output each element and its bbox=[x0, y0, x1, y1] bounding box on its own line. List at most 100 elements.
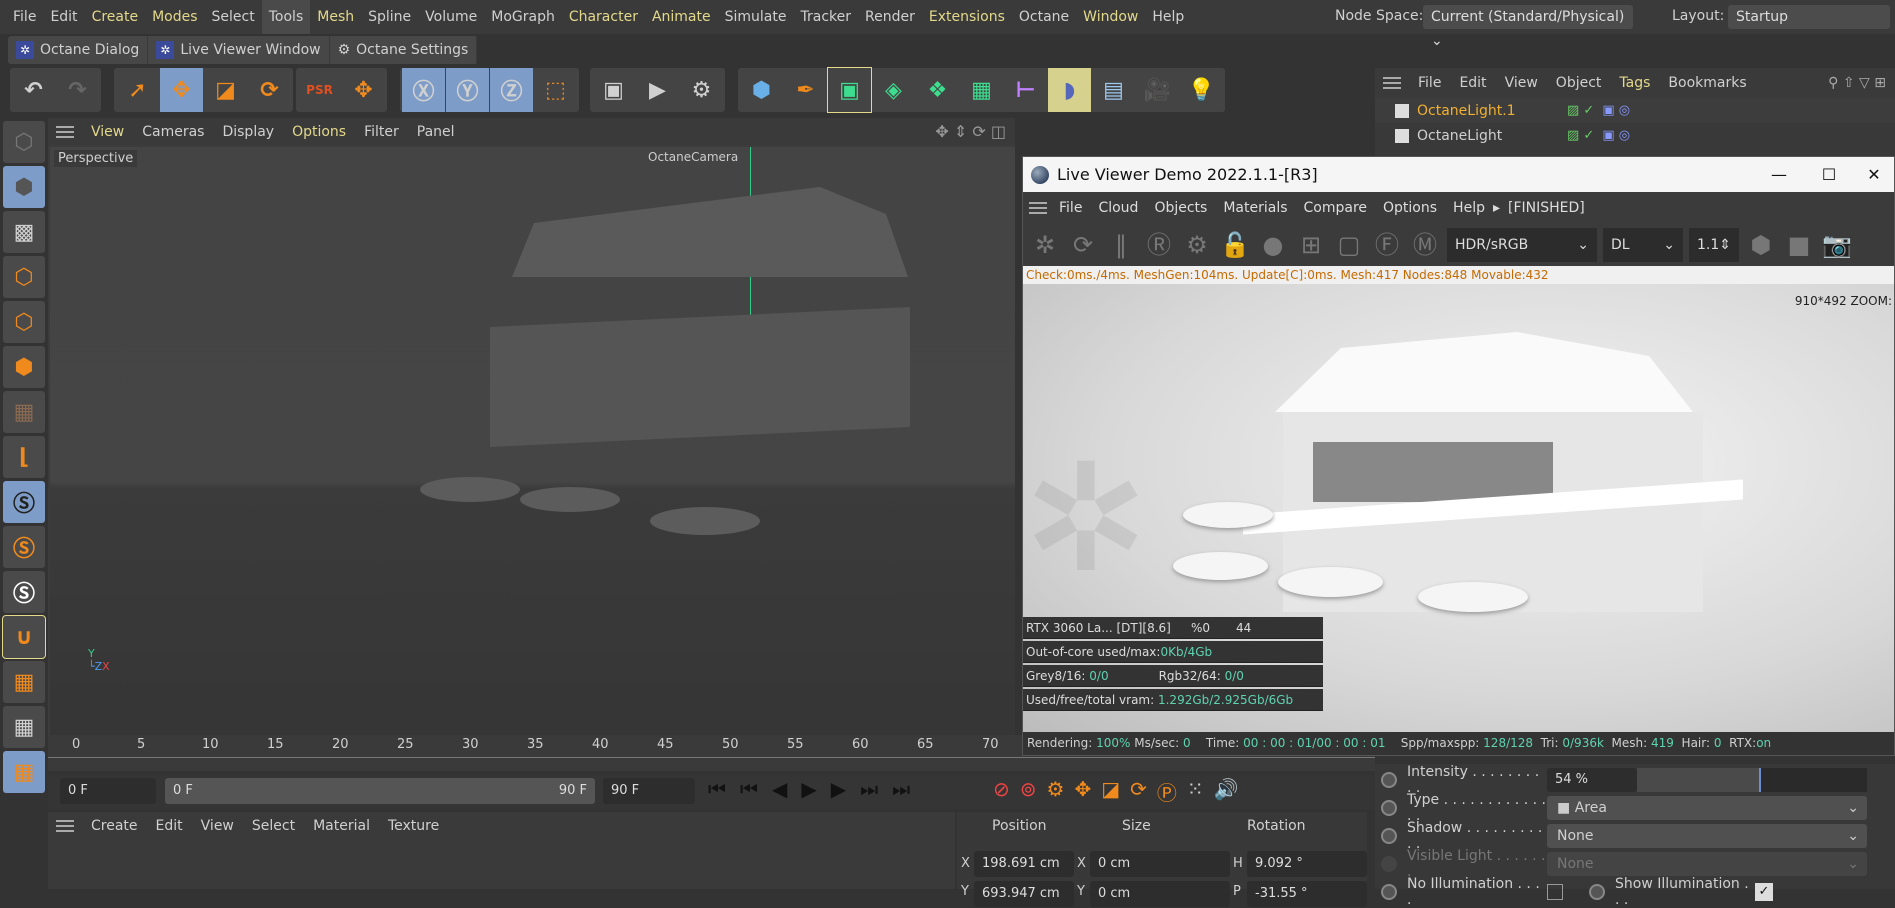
select-tool-icon[interactable]: ➚ bbox=[116, 68, 159, 112]
gamma-field[interactable]: 1.1 ⇕ bbox=[1689, 227, 1739, 262]
lv-menu-compare[interactable]: Compare bbox=[1296, 200, 1376, 216]
menu-create[interactable]: Create bbox=[85, 0, 146, 34]
lv-menu-materials[interactable]: Materials bbox=[1215, 200, 1295, 216]
om-menu-edit[interactable]: Edit bbox=[1450, 75, 1495, 91]
model-mode-icon[interactable]: ⬢ bbox=[3, 166, 45, 208]
previous-key-icon[interactable]: ⏮ bbox=[740, 777, 758, 801]
solo-single-icon[interactable]: Ⓢ bbox=[3, 526, 45, 568]
hamburger-icon[interactable] bbox=[56, 819, 74, 832]
snapshot-camera-icon[interactable]: 📷 bbox=[1821, 229, 1853, 261]
menu-modes[interactable]: Modes bbox=[145, 0, 204, 34]
frame-range-slider[interactable]: 0 F 90 F bbox=[165, 778, 595, 804]
camera-icon[interactable]: 🎥 bbox=[1136, 68, 1179, 112]
axis-mode-icon[interactable]: ⌊ bbox=[3, 436, 45, 478]
pause-icon[interactable]: ‖ bbox=[1105, 229, 1137, 261]
lv-menu-options[interactable]: Options bbox=[1375, 200, 1445, 216]
points-mode-icon[interactable]: ⬡ bbox=[3, 256, 45, 298]
end-frame-field[interactable]: 90 F bbox=[603, 778, 695, 804]
node-space-select[interactable]: Current (Standard/Physical) ⌄ bbox=[1423, 5, 1633, 49]
om-menu-file[interactable]: File bbox=[1409, 75, 1450, 91]
tonemap-select[interactable]: HDR/sRGB ⌄ bbox=[1447, 227, 1597, 262]
viewport-nav-icons[interactable]: ✥ ⇕ ⟳ ◫ bbox=[926, 122, 1015, 141]
render-view-icon[interactable]: ▣ bbox=[592, 68, 635, 112]
viewport-menu-view[interactable]: View bbox=[82, 124, 133, 140]
live-viewer-window-button[interactable]: ✲ Live Viewer Window bbox=[148, 36, 330, 64]
render-settings-icon[interactable]: ⚙ bbox=[680, 68, 723, 112]
menu-file[interactable]: File bbox=[6, 0, 43, 34]
move-tool-icon[interactable]: ✥ bbox=[160, 68, 203, 112]
edges-mode-icon[interactable]: ⬡ bbox=[3, 301, 45, 343]
viewport-menu-display[interactable]: Display bbox=[213, 124, 283, 140]
shadow-select[interactable]: None ⌄ bbox=[1547, 823, 1867, 848]
pen-icon[interactable]: ✒ bbox=[784, 68, 827, 112]
record-key-icon[interactable]: ⊘ bbox=[993, 777, 1010, 806]
solo-off-icon[interactable]: Ⓢ bbox=[3, 481, 45, 523]
viewport-canvas[interactable]: Perspective OctaneCamera Y └ZX bbox=[50, 147, 1015, 756]
viewport-menu-options[interactable]: Options bbox=[283, 124, 355, 140]
field-icon[interactable]: ◗ bbox=[1048, 68, 1091, 112]
mat-menu-create[interactable]: Create bbox=[82, 818, 147, 834]
object-row[interactable]: OctaneLight ▨ ✓ ▣ ◎ bbox=[1375, 123, 1895, 148]
menu-volume[interactable]: Volume bbox=[418, 0, 484, 34]
z-axis-icon[interactable]: Ⓩ bbox=[490, 68, 533, 112]
keyframe-selection-icon[interactable]: ⚙ bbox=[1047, 777, 1065, 806]
menu-tracker[interactable]: Tracker bbox=[793, 0, 858, 34]
polygons-mode-icon[interactable]: ⬢ bbox=[3, 346, 45, 388]
size-y-field[interactable]: 0 cm bbox=[1090, 881, 1230, 907]
menu-edit[interactable]: Edit bbox=[43, 0, 84, 34]
menu-mograph[interactable]: MoGraph bbox=[484, 0, 562, 34]
rotate-tool-icon[interactable]: ⟳ bbox=[248, 68, 291, 112]
om-search-icons[interactable]: ⚲ ⇧ ▽ ⊞ bbox=[1819, 75, 1895, 91]
light-icon[interactable]: 💡 bbox=[1180, 68, 1223, 112]
viewport-menu-filter[interactable]: Filter bbox=[355, 124, 408, 140]
hamburger-icon[interactable] bbox=[1029, 201, 1047, 214]
material-ball-icon[interactable]: ● bbox=[1257, 229, 1289, 261]
om-menu-tags[interactable]: Tags bbox=[1610, 75, 1659, 91]
snap-magnet-icon[interactable]: ∪ bbox=[2, 615, 46, 659]
sound-icon[interactable]: 🔊 bbox=[1214, 777, 1239, 806]
scale-tool-icon[interactable]: ◪ bbox=[204, 68, 247, 112]
deformer-icon[interactable]: ⊢ bbox=[1004, 68, 1047, 112]
object-row[interactable]: OctaneLight.1 ▨ ✓ ▣ ◎ bbox=[1375, 98, 1895, 123]
lv-menu-cloud[interactable]: Cloud bbox=[1090, 200, 1146, 216]
psr-reset-icon[interactable]: PSR bbox=[298, 68, 341, 112]
menu-render[interactable]: Render bbox=[858, 0, 922, 34]
key-position-icon[interactable]: ✥ bbox=[1074, 777, 1091, 806]
uv-mode-icon[interactable]: ▦ bbox=[3, 391, 45, 433]
menu-spline[interactable]: Spline bbox=[361, 0, 418, 34]
lv-menu-help[interactable]: Help bbox=[1445, 200, 1493, 216]
mat-menu-view[interactable]: View bbox=[192, 818, 243, 834]
om-menu-view[interactable]: View bbox=[1496, 75, 1547, 91]
y-axis-icon[interactable]: Ⓨ bbox=[446, 68, 489, 112]
mat-menu-select[interactable]: Select bbox=[243, 818, 304, 834]
octane-dialog-button[interactable]: ✲ Octane Dialog bbox=[8, 36, 149, 64]
current-frame-field[interactable]: 0 F bbox=[60, 778, 156, 804]
intensity-slider[interactable] bbox=[1637, 767, 1867, 792]
region-render-icon[interactable]: Ⓡ bbox=[1143, 229, 1175, 261]
hamburger-icon[interactable] bbox=[1383, 77, 1401, 89]
mat-menu-texture[interactable]: Texture bbox=[379, 818, 448, 834]
minimize-icon[interactable]: — bbox=[1754, 165, 1804, 184]
show-illumination-checkbox[interactable]: ✓ bbox=[1755, 882, 1773, 901]
rotation-p-field[interactable]: -31.55 ° bbox=[1247, 881, 1367, 907]
key-pla-icon[interactable]: ⁙ bbox=[1187, 777, 1204, 806]
solo-hierarchy-icon[interactable]: Ⓢ bbox=[3, 571, 45, 613]
floor-icon[interactable]: ▤ bbox=[1092, 68, 1135, 112]
animate-radio[interactable] bbox=[1381, 883, 1397, 900]
hamburger-icon[interactable] bbox=[56, 125, 74, 138]
om-menu-bookmarks[interactable]: Bookmarks bbox=[1659, 75, 1755, 91]
position-y-field[interactable]: 693.947 cm bbox=[974, 881, 1074, 907]
previous-frame-icon[interactable]: ◀ bbox=[772, 777, 787, 801]
coordinate-system-icon[interactable]: ⬚ bbox=[534, 68, 577, 112]
menu-animate[interactable]: Animate bbox=[645, 0, 718, 34]
material-pick-icon[interactable]: Ⓜ bbox=[1409, 229, 1441, 261]
undo-icon[interactable]: ↶ bbox=[12, 68, 55, 112]
make-editable-icon[interactable]: ⬡ bbox=[3, 121, 45, 163]
animate-radio[interactable] bbox=[1381, 799, 1397, 816]
texture-mode-icon[interactable]: ▩ bbox=[3, 211, 45, 253]
mat-menu-edit[interactable]: Edit bbox=[147, 818, 192, 834]
lv-menu-objects[interactable]: Objects bbox=[1146, 200, 1215, 216]
x-axis-icon[interactable]: Ⓧ bbox=[402, 68, 445, 112]
mat-menu-material[interactable]: Material bbox=[304, 818, 379, 834]
rectangle-icon[interactable]: ■ bbox=[1783, 229, 1815, 261]
